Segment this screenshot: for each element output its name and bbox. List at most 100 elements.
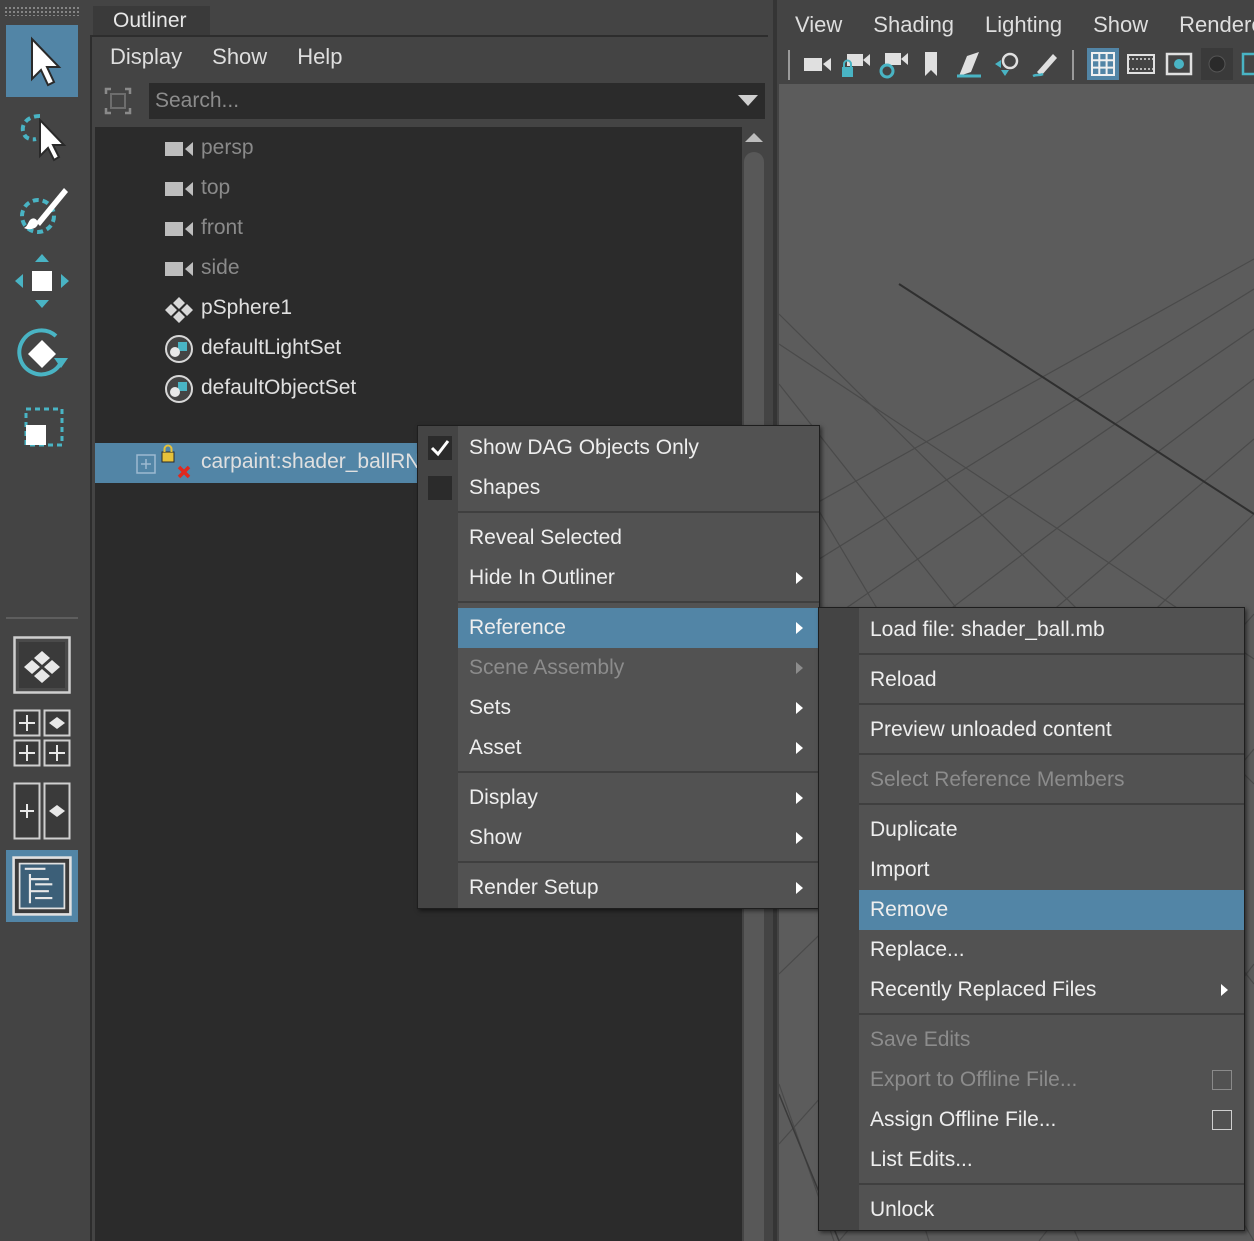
outliner-item-top[interactable]: top	[95, 169, 742, 209]
object-set-icon	[165, 335, 193, 363]
menu-item-unlock[interactable]: Unlock	[859, 1190, 1244, 1230]
grid-toggle-button[interactable]	[1087, 48, 1119, 80]
submenu-arrow-icon	[796, 742, 803, 754]
viewport-menu-view[interactable]: View	[795, 12, 842, 38]
filter-icon[interactable]	[102, 85, 134, 117]
resolution-gate-button[interactable]	[1163, 48, 1195, 80]
menu-item-label: Remove	[870, 898, 949, 921]
menu-item-label: Display	[469, 786, 538, 809]
menu-item-label: Reload	[870, 668, 937, 691]
lasso-tool-icon	[20, 114, 67, 162]
menu-item-list-edits[interactable]: List Edits...	[859, 1140, 1244, 1180]
option-box-icon[interactable]	[1212, 1110, 1232, 1130]
viewport-menu-renderer[interactable]: Renderer	[1179, 12, 1254, 38]
rotate-tool-icon	[17, 328, 68, 377]
menu-item-shapes[interactable]: Shapes	[458, 468, 819, 508]
outliner-item-persp[interactable]: persp	[95, 129, 742, 169]
menu-item-scene-assembly: Scene Assembly	[458, 648, 819, 688]
menu-item-reference[interactable]: Reference	[458, 608, 819, 648]
menu-item-save-edits: Save Edits	[859, 1020, 1244, 1060]
two-pane-layout-button[interactable]	[13, 782, 71, 840]
toolbox-grip[interactable]	[4, 6, 80, 16]
menu-item-preview-unloaded-content[interactable]: Preview unloaded content	[859, 710, 1244, 750]
move-tool-button[interactable]	[6, 245, 78, 317]
submenu-arrow-icon	[796, 662, 803, 674]
single-perspective-layout-button[interactable]	[13, 636, 71, 694]
menu-item-assign-offline-file[interactable]: Assign Offline File...	[859, 1100, 1244, 1140]
viewport-menu-lighting[interactable]: Lighting	[985, 12, 1062, 38]
image-plane-button[interactable]	[953, 48, 985, 80]
submenu-arrow-icon	[796, 702, 803, 714]
menu-separator	[458, 511, 819, 513]
toolbar-separator-icon	[1072, 50, 1074, 80]
two-pane-layout-icon	[13, 782, 71, 840]
outliner-menu-show[interactable]: Show	[212, 44, 267, 70]
menu-item-replace[interactable]: Replace...	[859, 930, 1244, 970]
menu-item-reveal-selected[interactable]: Reveal Selected	[458, 518, 819, 558]
camera-attributes-button[interactable]	[877, 48, 909, 80]
select-tool-button[interactable]	[6, 25, 78, 97]
outliner-context-menu: Show DAG Objects Only Shapes Reveal Sele…	[417, 425, 820, 909]
outliner-item-defaultobjectset[interactable]: defaultObjectSet	[95, 369, 742, 409]
viewport-menu-shading[interactable]: Shading	[873, 12, 954, 38]
scroll-up-arrow-icon[interactable]	[745, 133, 763, 142]
menu-separator	[859, 653, 1244, 655]
menu-item-show-dag-objects-only[interactable]: Show DAG Objects Only	[458, 428, 819, 468]
grease-pencil-button[interactable]	[1029, 48, 1061, 80]
film-gate-button[interactable]	[1125, 48, 1157, 80]
outliner-menu-help[interactable]: Help	[297, 44, 342, 70]
show-dag-objects-checkbox[interactable]	[428, 436, 452, 460]
outliner-item-label: side	[201, 256, 240, 279]
shapes-checkbox[interactable]	[428, 476, 452, 500]
outliner-tab[interactable]: Outliner	[93, 6, 210, 36]
menu-item-load-file[interactable]: Load file: shader_ball.mb	[859, 610, 1244, 650]
menu-item-duplicate[interactable]: Duplicate	[859, 810, 1244, 850]
outliner-item-front[interactable]: front	[95, 209, 742, 249]
menu-item-render-setup[interactable]: Render Setup	[458, 868, 819, 908]
menu-item-import[interactable]: Import	[859, 850, 1244, 890]
select-tool-icon	[31, 36, 62, 87]
menu-item-asset[interactable]: Asset	[458, 728, 819, 768]
search-options-chevron-down-icon[interactable]	[738, 95, 758, 106]
outliner-menu-display[interactable]: Display	[110, 44, 182, 70]
menu-item-sets[interactable]: Sets	[458, 688, 819, 728]
menu-item-export-to-offline-file: Export to Offline File...	[859, 1060, 1244, 1100]
menu-item-show[interactable]: Show	[458, 818, 819, 858]
outliner-search-row	[92, 81, 768, 121]
four-view-layout-button[interactable]	[13, 709, 71, 767]
menu-item-reload[interactable]: Reload	[859, 660, 1244, 700]
menu-separator	[458, 771, 819, 773]
outliner-item-side[interactable]: side	[95, 249, 742, 289]
menu-item-remove[interactable]: Remove	[859, 890, 1244, 930]
paint-select-tool-icon	[20, 188, 68, 234]
paint-select-tool-button[interactable]	[6, 172, 78, 244]
menu-item-hide-in-outliner[interactable]: Hide In Outliner	[458, 558, 819, 598]
viewport-menu-show[interactable]: Show	[1093, 12, 1148, 38]
submenu-arrow-icon	[796, 792, 803, 804]
menu-item-recently-replaced-files[interactable]: Recently Replaced Files	[859, 970, 1244, 1010]
menu-separator	[859, 1013, 1244, 1015]
checkmark-icon	[430, 440, 450, 457]
camera-icon	[165, 182, 193, 196]
bookmark-button[interactable]	[915, 48, 947, 80]
menu-separator	[458, 861, 819, 863]
expand-plus-icon[interactable]	[135, 453, 157, 475]
menu-separator	[859, 1183, 1244, 1185]
camera-attributes-icon	[879, 53, 908, 79]
scale-tool-button[interactable]	[6, 391, 78, 463]
select-camera-button[interactable]	[801, 48, 833, 80]
outliner-layout-button[interactable]	[6, 850, 78, 922]
gate-mask-button[interactable]	[1201, 48, 1233, 80]
rotate-tool-button[interactable]	[6, 318, 78, 390]
outliner-menu-bar: Display Show Help	[92, 37, 768, 77]
field-chart-button[interactable]	[1239, 48, 1254, 80]
two-d-pan-zoom-button[interactable]	[991, 48, 1023, 80]
menu-item-label: Show	[469, 826, 522, 849]
outliner-item-defaultlightset[interactable]: defaultLightSet	[95, 329, 742, 369]
camera-icon	[165, 262, 193, 276]
lock-camera-button[interactable]	[839, 48, 871, 80]
menu-item-display[interactable]: Display	[458, 778, 819, 818]
lasso-tool-button[interactable]	[6, 98, 78, 170]
outliner-item-psphere1[interactable]: pSphere1	[95, 289, 742, 329]
outliner-search-input[interactable]	[149, 83, 765, 119]
